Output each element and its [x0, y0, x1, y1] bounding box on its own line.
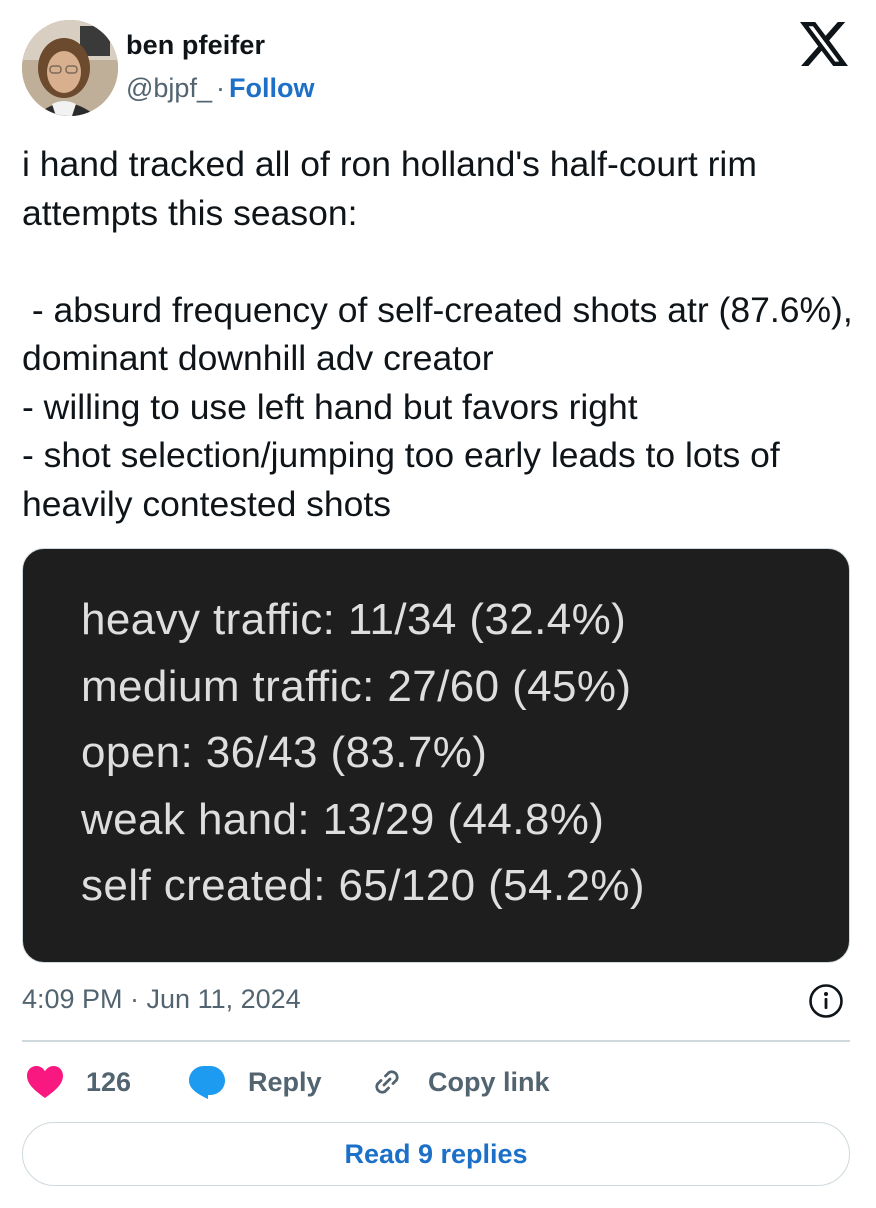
speech-bubble-icon: [189, 1066, 225, 1099]
link-icon: [375, 1070, 399, 1094]
info-icon[interactable]: [808, 983, 844, 1019]
copy-link-label: Copy link: [428, 1066, 550, 1097]
author-handle-row: @bjpf_ · Follow: [126, 73, 314, 104]
author-name[interactable]: ben pfeifer: [126, 30, 265, 61]
stat-heavy-traffic: heavy traffic: 11/34 (32.4%): [81, 595, 627, 644]
reply-label: Reply: [248, 1066, 322, 1097]
tweet-media-image[interactable]: heavy traffic: 11/34 (32.4%) medium traf…: [22, 548, 850, 963]
separator-dot: ·: [215, 73, 225, 103]
stat-weak-hand: weak hand: 13/29 (44.8%): [81, 794, 605, 844]
like-count: 126: [86, 1066, 132, 1097]
reply-button[interactable]: Reply: [188, 1064, 322, 1100]
stat-medium-traffic: medium traffic: 27/60 (45%): [81, 661, 632, 711]
avatar[interactable]: [22, 20, 118, 116]
stat-self-created: self created: 65/120 (54.2%): [81, 861, 645, 910]
heart-icon: [27, 1066, 63, 1098]
avatar-photo: [22, 20, 118, 116]
copy-link-button[interactable]: Copy link: [370, 1064, 550, 1100]
tweet-timestamp[interactable]: 4:09 PM · Jun 11, 2024: [22, 984, 301, 1015]
divider: [22, 1040, 850, 1042]
stat-open: open: 36/43 (83.7%): [81, 728, 488, 777]
x-logo-icon[interactable]: [800, 22, 848, 66]
like-button[interactable]: 126: [26, 1064, 131, 1100]
author-handle[interactable]: @bjpf_: [126, 73, 212, 103]
stats-list: heavy traffic: 11/34 (32.4%) medium traf…: [81, 587, 645, 920]
read-replies-button[interactable]: Read 9 replies: [22, 1122, 850, 1186]
follow-button[interactable]: Follow: [229, 73, 314, 103]
tweet-text: i hand tracked all of ron holland's half…: [22, 144, 853, 524]
